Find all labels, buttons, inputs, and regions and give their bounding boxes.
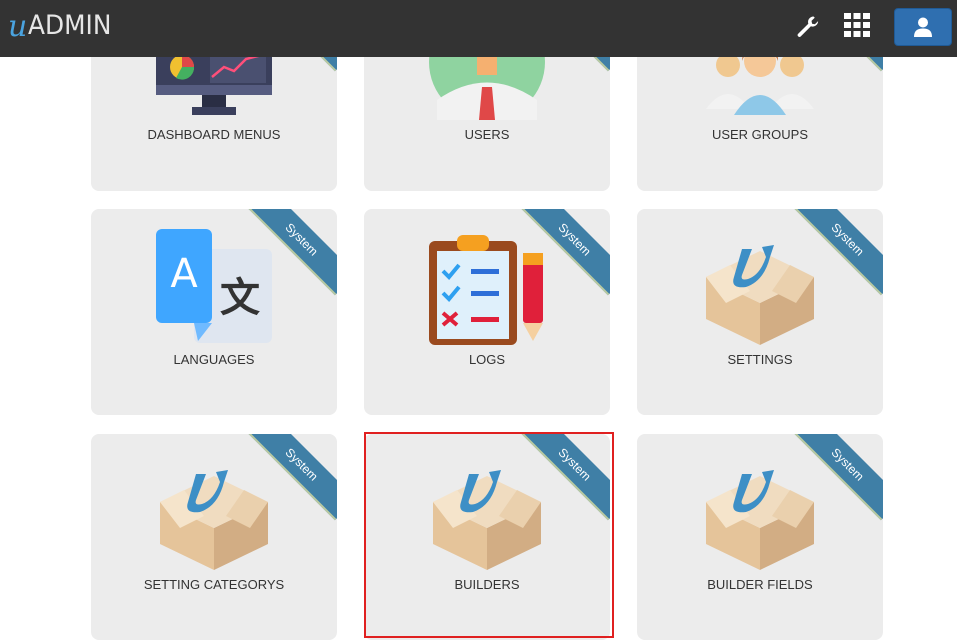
svg-text:A: A (170, 251, 198, 297)
system-ribbon: System (520, 209, 610, 299)
logo-prefix: u (8, 9, 28, 44)
card-label: SETTING CATEGORYS (143, 577, 285, 592)
card-label: LANGUAGES (173, 352, 255, 367)
system-ribbon: System (793, 209, 883, 299)
wrench-icon[interactable] (793, 12, 823, 42)
user-icon (914, 17, 932, 37)
system-ribbon: System (247, 434, 337, 524)
system-ribbon: System (247, 209, 337, 299)
card-label: DASHBOARD MENUS (147, 127, 281, 142)
card-languages[interactable]: A 文 LANGUAGES System (91, 209, 337, 415)
logo-text: ADMIN (28, 10, 112, 41)
card-label: LOGS (468, 352, 506, 367)
card-label: BUILDERS (454, 577, 520, 592)
card-logs[interactable]: LOGS System (364, 209, 610, 415)
apps-grid-icon[interactable] (843, 12, 873, 42)
system-ribbon: System (520, 434, 610, 524)
card-setting-categorys[interactable]: SETTING CATEGORYS System (91, 434, 337, 640)
card-builder-fields[interactable]: BUILDER FIELDS System (637, 434, 883, 640)
card-builders[interactable]: BUILDERS System (364, 434, 610, 640)
card-label: SETTINGS (727, 352, 793, 367)
system-ribbon: System (793, 434, 883, 524)
card-settings[interactable]: SETTINGS System (637, 209, 883, 415)
card-label: BUILDER FIELDS (707, 577, 813, 592)
user-menu-button[interactable] (894, 8, 952, 46)
top-navbar: u ADMIN (0, 0, 957, 57)
card-label: USERS (464, 127, 510, 142)
card-label: USER GROUPS (711, 127, 809, 142)
